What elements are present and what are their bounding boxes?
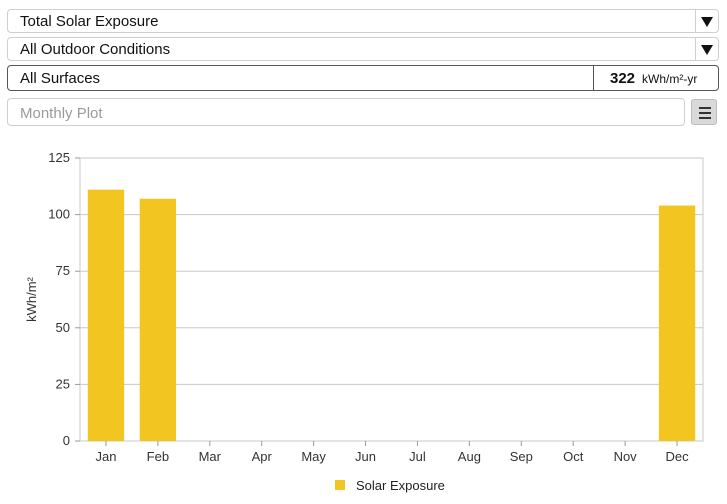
surfaces-value-box: 322 kWh/m²-yr <box>593 66 718 90</box>
x-tick-label: Feb <box>147 449 169 464</box>
surfaces-unit: kWh/m²-yr <box>642 72 698 86</box>
hamburger-menu-icon[interactable] <box>691 99 717 125</box>
x-tick-label: May <box>301 449 326 464</box>
bar-dec <box>658 205 696 441</box>
chart-legend: Solar Exposure <box>335 478 445 493</box>
bar-jan <box>87 189 125 441</box>
triangle-down-icon[interactable] <box>695 38 718 60</box>
triangle-down-icon[interactable] <box>695 10 718 32</box>
metric-select-label: Total Solar Exposure <box>20 13 159 30</box>
y-tick-label: 0 <box>63 433 70 448</box>
x-tick-label: Oct <box>563 449 584 464</box>
chart-bars <box>87 189 696 441</box>
x-tick-label: Jan <box>95 449 116 464</box>
y-tick-label: 125 <box>48 150 70 165</box>
y-axis-ticks: 0 25 50 75 100 125 <box>48 150 70 448</box>
surfaces-value: 322 <box>610 70 636 87</box>
plot-type-placeholder: Monthly Plot <box>20 105 103 122</box>
x-tick-label: Jun <box>355 449 376 464</box>
y-tick-label: 100 <box>48 207 70 222</box>
x-tick-label: Mar <box>199 449 222 464</box>
y-tick-label: 25 <box>56 376 70 391</box>
conditions-select-label: All Outdoor Conditions <box>20 41 171 58</box>
y-tick-label: 50 <box>56 320 70 335</box>
conditions-select[interactable]: All Outdoor Conditions <box>7 37 719 61</box>
x-axis-ticks: Jan Feb Mar Apr May Jun Jul Aug Sep Oct Nov Dec <box>95 441 689 464</box>
legend-label: Solar Exposure <box>356 478 445 493</box>
y-tick-label: 75 <box>56 263 70 278</box>
x-tick-label: Jul <box>409 449 426 464</box>
plot-type-field[interactable]: Monthly Plot <box>7 98 685 126</box>
x-tick-label: Dec <box>665 449 689 464</box>
metric-select[interactable]: Total Solar Exposure <box>7 9 719 33</box>
x-tick-label: Sep <box>510 449 533 464</box>
legend-swatch <box>335 480 345 490</box>
monthly-bar-chart: 0 25 50 75 100 125 Jan Feb Mar Apr May Jun Jul Aug Se… <box>24 150 704 493</box>
x-tick-label: Nov <box>614 449 638 464</box>
bar-feb <box>139 198 177 441</box>
x-tick-label: Aug <box>458 449 481 464</box>
y-axis-label: kWh/m² <box>24 276 39 321</box>
x-tick-label: Apr <box>252 449 273 464</box>
surfaces-label: All Surfaces <box>20 70 101 87</box>
surfaces-row[interactable]: All Surfaces 322 kWh/m²-yr <box>7 65 719 91</box>
